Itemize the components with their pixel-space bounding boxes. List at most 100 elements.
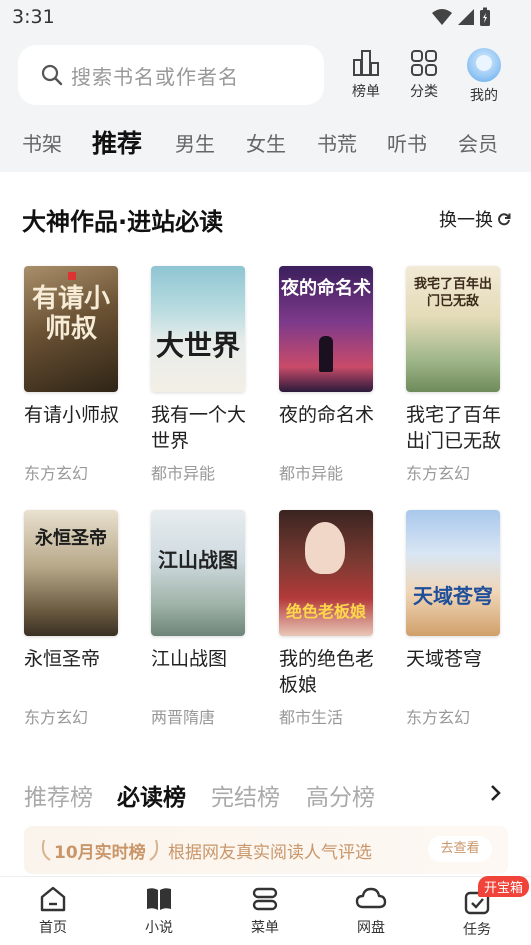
book-cover: 我宅了百年出门已无敌	[406, 266, 500, 392]
profile-button[interactable]: 我的	[454, 48, 514, 104]
book-cover: 绝色老板娘	[279, 510, 373, 636]
banner-text: 根据网友真实阅读人气评选	[168, 843, 372, 863]
tab-male[interactable]: 男生	[175, 128, 215, 157]
book-card[interactable]: 我宅了百年出门已无敌 我宅了百年出门已无敌	[406, 266, 510, 454]
cover-title: 我宅了百年出门已无敌	[414, 277, 493, 309]
main-content: 大神作品·进站必读 换一换 有请小师叔 有请小师叔 东方玄幻 大世界 我有一个大…	[0, 172, 531, 876]
cloud-icon	[355, 887, 387, 909]
book-title: 永恒圣帝	[24, 648, 101, 670]
book-title: 天域苍穹	[406, 648, 483, 670]
home-icon	[40, 886, 66, 912]
book-card[interactable]: 绝色老板娘 我的绝色老板娘	[279, 510, 383, 698]
view-button[interactable]: 去查看	[428, 836, 492, 862]
refresh-button[interactable]: 换一换	[439, 206, 511, 232]
book-card[interactable]: 永恒圣帝 永恒圣帝	[24, 510, 128, 672]
wifi-icon	[432, 9, 452, 25]
cover-seal	[68, 272, 76, 280]
ranking-label: 榜单	[352, 84, 380, 100]
tab-completed-rank[interactable]: 完结榜	[211, 778, 280, 812]
book-icon	[147, 888, 171, 910]
book-title: 有请小师叔	[24, 404, 120, 426]
cover-title: 绝色老板娘	[285, 602, 366, 621]
avatar	[467, 48, 501, 82]
category-grid-icon	[411, 50, 437, 76]
nav-home-label: 首页	[39, 920, 67, 936]
search-icon	[41, 64, 63, 86]
book-title: 我的绝色老板娘	[279, 648, 375, 696]
cover-title: 大世界	[155, 329, 240, 362]
tab-member[interactable]: 会员	[458, 128, 498, 157]
refresh-icon	[498, 213, 511, 226]
book-card[interactable]: 有请小师叔 有请小师叔	[24, 266, 128, 428]
section-title: 大神作品·进站必读	[22, 208, 224, 236]
tab-book-shortage[interactable]: 书荒	[317, 128, 357, 157]
book-genre: 东方玄幻	[24, 708, 89, 727]
book-title: 江山战图	[151, 648, 228, 670]
book-cover: 有请小师叔	[24, 266, 118, 392]
nav-menu[interactable]: 菜单	[235, 885, 295, 937]
nav-menu-label: 菜单	[251, 920, 279, 936]
nav-novel[interactable]: 小说	[129, 885, 189, 937]
cover-title: 江山战图	[158, 548, 238, 572]
book-genre: 东方玄幻	[406, 464, 471, 483]
tab-high-score-rank[interactable]: 高分榜	[306, 778, 375, 812]
chevron-right-icon[interactable]	[489, 784, 501, 802]
book-cover: 大世界	[151, 266, 245, 392]
book-cover: 天域苍穹	[406, 510, 500, 636]
book-title: 我有一个大世界	[151, 404, 247, 452]
book-genre: 都市生活	[279, 708, 344, 727]
battery-icon	[480, 7, 490, 26]
tab-bookshelf[interactable]: 书架	[22, 128, 62, 157]
book-title: 我宅了百年出门已无敌	[406, 404, 502, 452]
nav-task-label: 任务	[463, 922, 491, 938]
nav-home[interactable]: 首页	[23, 885, 83, 937]
profile-label: 我的	[470, 88, 498, 104]
book-card[interactable]: 大世界 我有一个大世界	[151, 266, 255, 454]
book-genre: 都市异能	[151, 464, 216, 483]
treasure-badge[interactable]: 开宝箱	[478, 876, 530, 897]
search-placeholder: 搜索书名或作者名	[71, 65, 239, 89]
book-title: 夜的命名术	[279, 404, 375, 426]
book-genre: 两晋隋唐	[151, 708, 216, 727]
tab-must-read-rank[interactable]: 必读榜	[117, 778, 186, 812]
book-genre: 东方玄幻	[24, 464, 89, 483]
tab-female[interactable]: 女生	[246, 128, 286, 157]
laurel-right-icon	[149, 839, 159, 861]
ranking-button[interactable]: 榜单	[336, 48, 396, 104]
ranking-icon	[353, 50, 379, 76]
cover-title: 有请小师叔	[31, 284, 110, 344]
status-icons	[431, 7, 491, 27]
tab-recommend-rank[interactable]: 推荐榜	[24, 778, 93, 812]
book-card[interactable]: 江山战图 江山战图	[151, 510, 255, 672]
cover-title: 夜的命名术	[281, 278, 371, 299]
refresh-label: 换一换	[439, 210, 493, 231]
nav-novel-label: 小说	[145, 920, 173, 936]
book-genre: 东方玄幻	[406, 708, 471, 727]
rank-tabs: 推荐榜 必读榜 完结榜 高分榜	[0, 778, 531, 818]
nav-cloud-label: 网盘	[357, 920, 385, 936]
tab-recommend[interactable]: 推荐	[92, 124, 142, 160]
cover-title: 天域苍穹	[413, 584, 493, 608]
bottom-nav: 首页 小说 菜单 网盘 任务	[0, 876, 531, 945]
signal-icon	[458, 9, 474, 25]
cover-figure	[319, 336, 333, 372]
cover-title: 永恒圣帝	[35, 528, 107, 549]
tab-audiobook[interactable]: 听书	[387, 128, 427, 157]
book-genre: 都市异能	[279, 464, 344, 483]
menu-icon	[252, 887, 278, 911]
book-cover: 江山战图	[151, 510, 245, 636]
book-card[interactable]: 夜的命名术 夜的命名术	[279, 266, 383, 428]
cover-face	[305, 522, 345, 574]
search-input[interactable]: 搜索书名或作者名	[18, 45, 324, 105]
category-label: 分类	[410, 84, 438, 100]
banner-title: 10月实时榜	[54, 843, 146, 863]
rank-banner[interactable]: 10月实时榜 根据网友真实阅读人气评选 去查看	[24, 826, 508, 874]
channel-tabs: 书架 推荐 男生 女生 书荒 听书 会员	[0, 122, 531, 166]
status-time: 3:31	[12, 6, 55, 28]
nav-cloud[interactable]: 网盘	[341, 885, 401, 937]
category-button[interactable]: 分类	[394, 48, 454, 104]
book-card[interactable]: 天域苍穹 天域苍穹	[406, 510, 510, 672]
book-cover: 永恒圣帝	[24, 510, 118, 636]
laurel-left-icon	[41, 839, 51, 861]
status-bar: 3:31	[0, 0, 531, 36]
